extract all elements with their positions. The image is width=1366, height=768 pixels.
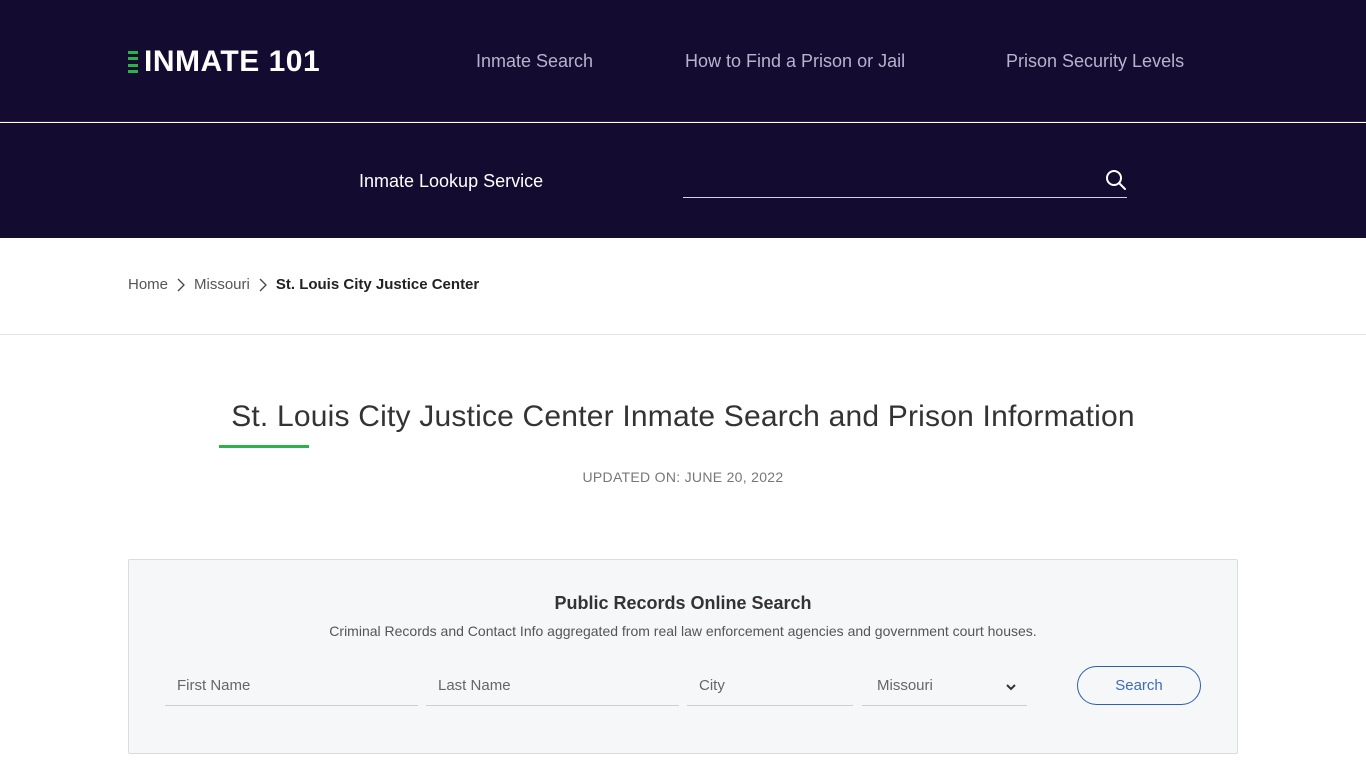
logo-bars-icon — [128, 51, 138, 73]
updated-date: UPDATED ON: JUNE 20, 2022 — [582, 469, 784, 485]
state-select[interactable]: Missouri — [862, 666, 1027, 706]
last-name-field — [426, 666, 679, 706]
lookup-label: Inmate Lookup Service — [359, 171, 544, 191]
page-title: St. Louis City Justice Center Inmate Sea… — [231, 400, 1135, 433]
breadcrumb-current: St. Louis City Justice Center — [275, 276, 480, 293]
public-records-search-panel: Public Records Online Search Criminal Re… — [128, 559, 1238, 754]
first-name-input[interactable] — [165, 666, 418, 705]
first-name-field — [165, 666, 418, 706]
title-underline-divider — [219, 445, 309, 448]
records-subtitle: Criminal Records and Contact Info aggreg… — [329, 623, 1037, 639]
breadcrumb: Home Missouri St. Louis City Justice Cen… — [128, 276, 479, 293]
chevron-down-icon — [1005, 680, 1017, 692]
last-name-input[interactable] — [426, 666, 679, 705]
search-icon[interactable] — [1105, 169, 1127, 191]
breadcrumb-home[interactable]: Home — [128, 276, 168, 293]
city-input[interactable] — [687, 666, 853, 705]
inmate-lookup-bar: Inmate Lookup Service — [0, 123, 1366, 238]
lookup-search-field — [683, 163, 1127, 198]
lookup-search-input[interactable] — [683, 163, 1083, 197]
search-button[interactable]: Search — [1077, 666, 1201, 705]
chevron-right-icon — [256, 278, 270, 292]
chevron-right-icon — [174, 278, 188, 292]
nav-prison-security-levels[interactable]: Prison Security Levels — [1006, 51, 1184, 72]
nav-inmate-search[interactable]: Inmate Search — [476, 51, 593, 72]
site-logo[interactable]: INMATE 101 — [128, 44, 320, 80]
city-field — [687, 666, 853, 706]
top-navigation-bar: INMATE 101 Inmate Search How to Find a P… — [0, 0, 1366, 122]
logo-text: INMATE 101 — [144, 45, 321, 78]
records-title: Public Records Online Search — [554, 593, 812, 613]
breadcrumb-missouri[interactable]: Missouri — [194, 276, 250, 293]
nav-find-prison-or-jail[interactable]: How to Find a Prison or Jail — [685, 51, 905, 72]
state-select-value: Missouri — [877, 677, 933, 694]
breadcrumb-bar: Home Missouri St. Louis City Justice Cen… — [0, 238, 1366, 335]
